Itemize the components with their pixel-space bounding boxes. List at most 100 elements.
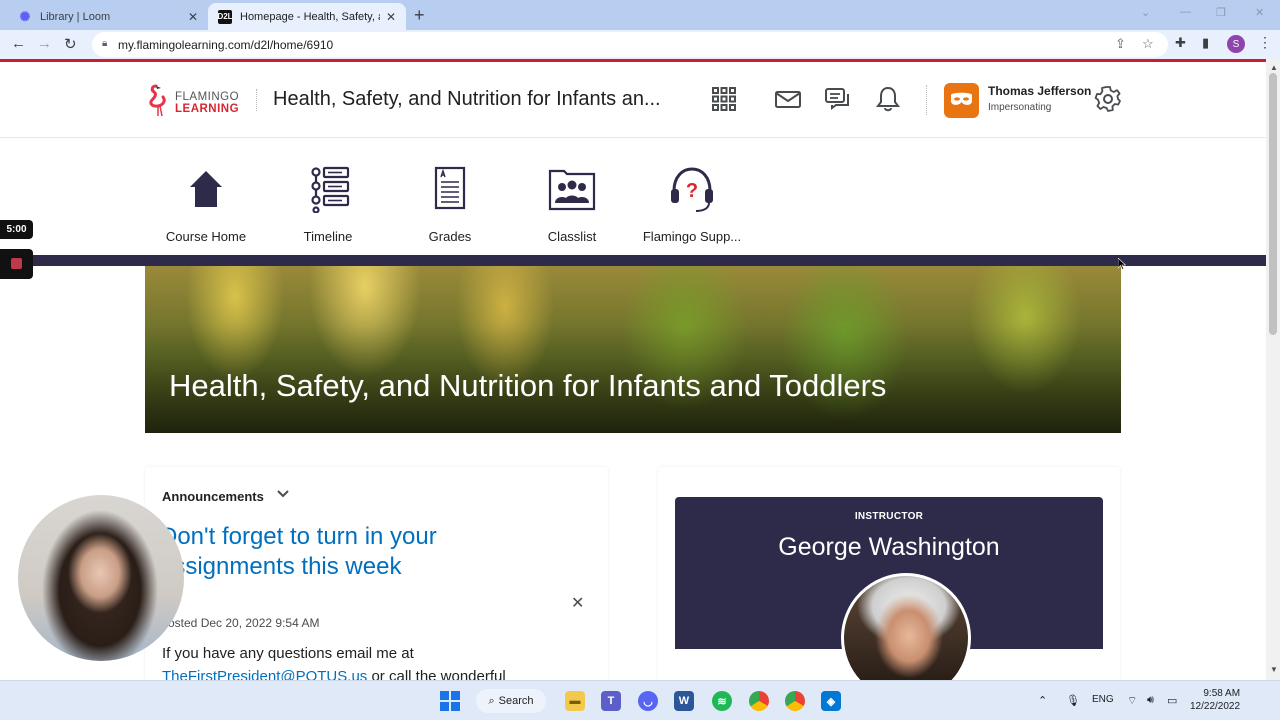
scroll-thumb[interactable] bbox=[1269, 73, 1277, 335]
bell-icon[interactable] bbox=[874, 85, 902, 113]
taskbar-search-button[interactable]: ⌕ Search bbox=[476, 689, 546, 713]
grades-icon bbox=[434, 166, 466, 210]
discord-icon[interactable]: ◡ bbox=[638, 691, 658, 711]
scroll-down-arrow-icon[interactable]: ▼ bbox=[1270, 665, 1278, 674]
browser-menu-icon[interactable]: ⋮ bbox=[1258, 34, 1272, 51]
nav-course-home[interactable]: Course Home bbox=[146, 165, 266, 245]
browser-tab-bar: ✺ Library | Loom ✕ D2L Homepage - Health… bbox=[0, 0, 1280, 30]
logo-text-bottom: LEARNING bbox=[175, 103, 240, 115]
waffle-grid-icon[interactable] bbox=[710, 85, 738, 113]
instructor-label: INSTRUCTOR bbox=[854, 511, 924, 522]
stop-square-icon bbox=[11, 258, 22, 269]
svg-text:?: ? bbox=[686, 180, 698, 202]
tab-title: Homepage - Health, Safety, and Nutrition… bbox=[240, 10, 380, 23]
header-divider-line bbox=[0, 137, 1266, 138]
flamingo-logo[interactable]: FLAMINGO LEARNING bbox=[146, 82, 246, 118]
instructor-panel: INSTRUCTOR George Washington bbox=[675, 497, 1103, 680]
clock-date: 12/22/2022 bbox=[1190, 701, 1241, 712]
share-icon[interactable]: ⇪ bbox=[1115, 36, 1126, 52]
announcement-text: or call the wonderful bbox=[371, 668, 506, 680]
tab-title: Library | Loom bbox=[40, 10, 111, 23]
scroll-up-arrow-icon[interactable]: ▲ bbox=[1270, 63, 1278, 72]
nav-timeline[interactable]: Timeline bbox=[268, 165, 388, 245]
taskbar-clock[interactable]: 9:58 AM 12/22/2022 bbox=[1190, 687, 1240, 713]
course-title[interactable]: Health, Safety, and Nutrition for Infant… bbox=[273, 88, 661, 111]
minimize-button[interactable]: — bbox=[1180, 6, 1191, 18]
chat-icon[interactable] bbox=[824, 85, 852, 113]
nav-grades[interactable]: Grades bbox=[390, 165, 510, 245]
timeline-icon bbox=[311, 166, 350, 213]
house-icon bbox=[190, 171, 222, 207]
announcement-body: If you have any questions email me at Th… bbox=[162, 642, 582, 680]
clock-time: 9:58 AM bbox=[1203, 688, 1241, 699]
tab-loom[interactable]: ✺ Library | Loom ✕ bbox=[8, 3, 208, 30]
close-icon[interactable]: ✕ bbox=[571, 593, 584, 613]
instructor-email-link[interactable]: TheFirstPresident@POTUS.us bbox=[162, 668, 367, 680]
windows-taskbar: ⌕ Search ▬ T ◡ W ≋ ◈ ⌃ 🎙︎ ENG ⌔ 🔊︎ ▭ 9:5… bbox=[0, 680, 1280, 720]
impersonate-mask-icon bbox=[951, 92, 972, 105]
volume-icon[interactable]: 🔊︎ bbox=[1147, 694, 1154, 707]
d2l-icon: D2L bbox=[217, 9, 233, 24]
gear-icon[interactable] bbox=[1094, 85, 1122, 113]
battery-icon[interactable]: ▭ bbox=[1167, 694, 1177, 707]
search-icon: ⌕ bbox=[488, 694, 495, 707]
side-panel-icon[interactable]: ▮ bbox=[1202, 35, 1209, 51]
search-label: Search bbox=[498, 695, 534, 707]
forward-arrow-icon[interactable]: → bbox=[37, 35, 52, 52]
extensions-puzzle-icon[interactable]: ✚ bbox=[1175, 35, 1186, 51]
browser-toolbar: ← → ↻ 🔒︎ my.flamingolearning.com/d2l/hom… bbox=[0, 30, 1280, 59]
nav-flamingo-support[interactable]: ? Flamingo Supp... bbox=[632, 165, 752, 245]
tab-homepage[interactable]: D2L Homepage - Health, Safety, and Nutri… bbox=[208, 3, 406, 30]
classlist-icon bbox=[548, 169, 596, 211]
recording-timer: 5:00 bbox=[0, 220, 33, 239]
user-name[interactable]: Thomas Jefferson bbox=[988, 84, 1091, 98]
instructor-name: George Washington bbox=[778, 533, 1000, 561]
tab-search-icon[interactable]: ⌄ bbox=[1141, 6, 1150, 19]
teams-icon[interactable]: T bbox=[601, 691, 621, 711]
close-tab-icon[interactable]: ✕ bbox=[188, 10, 198, 24]
user-avatar[interactable] bbox=[944, 83, 979, 118]
banner-image-shade bbox=[145, 266, 1121, 433]
windows-start-icon[interactable] bbox=[440, 691, 460, 711]
nav-classlist[interactable]: Classlist bbox=[512, 165, 632, 245]
nav-label: Course Home bbox=[165, 229, 247, 244]
lock-icon: 🔒︎ bbox=[102, 38, 108, 49]
loom-icon: ✺ bbox=[19, 8, 31, 24]
chrome-icon[interactable] bbox=[749, 691, 769, 711]
address-bar[interactable]: 🔒︎ my.flamingolearning.com/d2l/home/6910… bbox=[92, 32, 1168, 57]
store-icon[interactable]: ◈ bbox=[821, 691, 841, 711]
tray-chevron-up-icon[interactable]: ⌃ bbox=[1038, 694, 1047, 707]
d2l-page: FLAMINGO LEARNING Health, Safety, and Nu… bbox=[0, 59, 1266, 680]
webcam-bubble[interactable] bbox=[18, 495, 184, 661]
language-indicator[interactable]: ENG bbox=[1092, 694, 1114, 705]
spotify-icon[interactable]: ≋ bbox=[712, 691, 732, 711]
instructor-photo bbox=[841, 573, 971, 680]
close-tab-icon[interactable]: ✕ bbox=[386, 10, 396, 24]
file-explorer-icon[interactable]: ▬ bbox=[565, 691, 585, 711]
mail-icon[interactable] bbox=[774, 85, 802, 113]
banner-title: Health, Safety, and Nutrition for Infant… bbox=[169, 368, 887, 403]
support-headset-icon: ? bbox=[671, 167, 713, 212]
nav-label: Timeline bbox=[303, 229, 353, 244]
navbar-bottom-band bbox=[0, 255, 1266, 266]
profile-avatar[interactable]: S bbox=[1227, 35, 1245, 53]
stop-recording-button[interactable] bbox=[0, 249, 33, 279]
announcement-text: If you have any questions email me at bbox=[162, 645, 414, 662]
wifi-icon[interactable]: ⌔ bbox=[1127, 694, 1137, 708]
close-window-button[interactable]: ✕ bbox=[1255, 6, 1264, 19]
bookmark-star-icon[interactable]: ☆ bbox=[1142, 36, 1154, 52]
new-tab-button[interactable]: + bbox=[414, 5, 425, 26]
reload-icon[interactable]: ↻ bbox=[64, 35, 77, 53]
maximize-button[interactable]: ❐ bbox=[1216, 6, 1226, 19]
user-role: Impersonating bbox=[988, 102, 1052, 113]
page-scrollbar[interactable]: ▲ ▼ bbox=[1266, 59, 1280, 680]
announcement-title[interactable]: Don't forget to turn in your assignments… bbox=[160, 522, 480, 582]
word-icon[interactable]: W bbox=[674, 691, 694, 711]
back-arrow-icon[interactable]: ← bbox=[11, 35, 26, 52]
nav-label: Flamingo Supp... bbox=[642, 229, 742, 244]
chrome-profile-icon[interactable] bbox=[785, 691, 805, 711]
nav-label: Grades bbox=[428, 229, 472, 244]
chevron-down-icon[interactable] bbox=[276, 487, 290, 501]
flamingo-bird-icon bbox=[149, 84, 166, 117]
microphone-icon[interactable]: 🎙︎ bbox=[1066, 694, 1080, 707]
